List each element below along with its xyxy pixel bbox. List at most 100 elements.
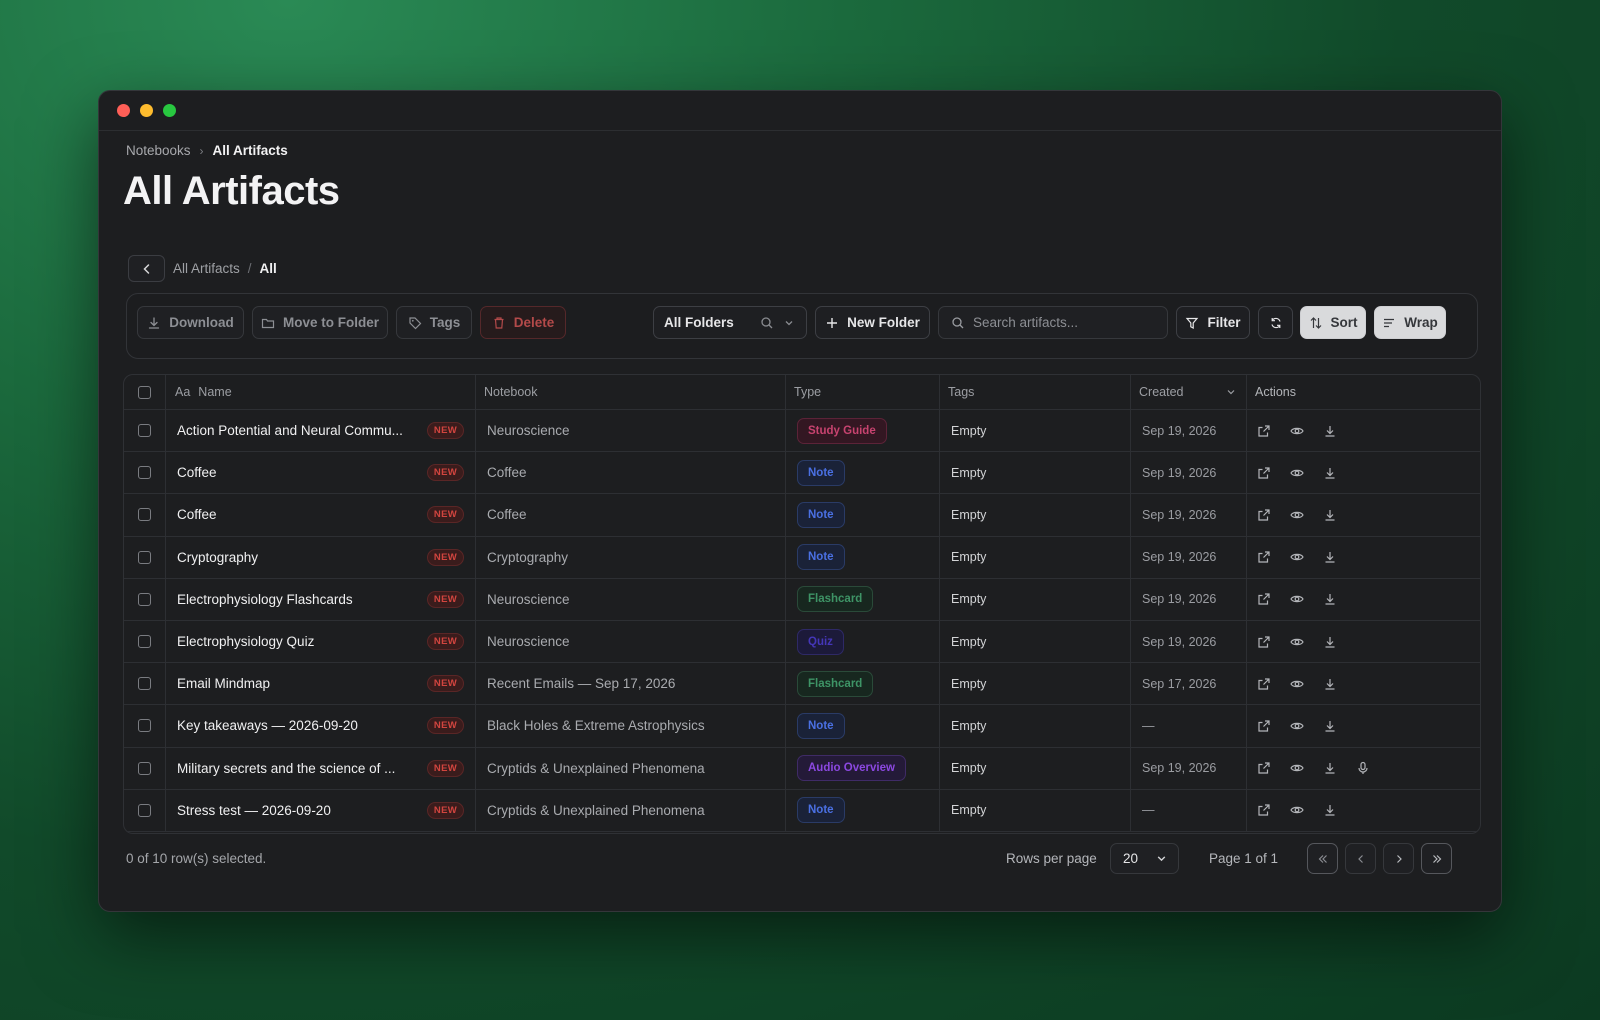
next-page-button[interactable] (1383, 843, 1414, 874)
tags-cell[interactable]: Empty (940, 620, 1131, 663)
name-cell[interactable]: Electrophysiology Flashcards NEW (166, 578, 476, 620)
name-cell[interactable]: Action Potential and Neural Commu... NEW (166, 410, 476, 452)
download-icon[interactable] (1322, 423, 1338, 439)
table-row[interactable]: Action Potential and Neural Commu... NEW… (124, 410, 1480, 453)
rows-per-page-select[interactable]: 20 (1110, 843, 1179, 874)
open-external-icon[interactable] (1256, 507, 1272, 523)
name-cell[interactable]: Email Mindmap NEW (166, 663, 476, 705)
column-tags[interactable]: Tags (940, 375, 1131, 409)
download-icon[interactable] (1322, 760, 1338, 776)
table-row[interactable]: Coffee NEW Coffee Note Empty Sep 19, 202… (124, 494, 1480, 537)
download-icon[interactable] (1322, 634, 1338, 650)
artifact-name[interactable]: Coffee (177, 465, 217, 480)
table-row[interactable]: Coffee NEW Coffee Note Empty Sep 19, 202… (124, 452, 1480, 495)
maximize-window-button[interactable] (163, 104, 176, 117)
breadcrumb-notebooks[interactable]: Notebooks (126, 143, 191, 158)
artifact-name[interactable]: Electrophysiology Quiz (177, 634, 314, 649)
open-external-icon[interactable] (1256, 591, 1272, 607)
path-all-artifacts[interactable]: All Artifacts (173, 261, 240, 276)
preview-eye-icon[interactable] (1289, 802, 1305, 818)
row-checkbox[interactable] (138, 635, 151, 649)
open-external-icon[interactable] (1256, 760, 1272, 776)
name-cell[interactable]: Cryptography NEW (166, 536, 476, 578)
open-external-icon[interactable] (1256, 465, 1272, 481)
open-external-icon[interactable] (1256, 634, 1272, 650)
previous-page-button[interactable] (1345, 843, 1376, 874)
preview-eye-icon[interactable] (1289, 549, 1305, 565)
name-cell[interactable]: Coffee NEW (166, 452, 476, 494)
download-icon[interactable] (1322, 676, 1338, 692)
column-name[interactable]: Aa Name (166, 375, 476, 409)
table-row[interactable]: Electrophysiology Flashcards NEW Neurosc… (124, 578, 1480, 621)
column-created[interactable]: Created (1131, 375, 1247, 409)
open-external-icon[interactable] (1256, 549, 1272, 565)
column-notebook[interactable]: Notebook (476, 375, 786, 409)
open-external-icon[interactable] (1256, 423, 1272, 439)
name-cell[interactable]: Key takeaways — 2026-09-20 NEW (166, 705, 476, 747)
folder-select[interactable]: All Folders (653, 306, 807, 339)
download-button[interactable]: Download (137, 306, 244, 339)
last-page-button[interactable] (1421, 843, 1452, 874)
column-type[interactable]: Type (786, 375, 940, 409)
table-row[interactable]: Email Mindmap NEW Recent Emails — Sep 17… (124, 663, 1480, 706)
tags-button[interactable]: Tags (396, 306, 472, 339)
artifact-name[interactable]: Email Mindmap (177, 676, 270, 691)
preview-eye-icon[interactable] (1289, 760, 1305, 776)
preview-eye-icon[interactable] (1289, 634, 1305, 650)
row-checkbox[interactable] (138, 677, 151, 691)
name-cell[interactable]: Electrophysiology Quiz NEW (166, 620, 476, 663)
select-all-checkbox[interactable] (138, 385, 151, 399)
name-cell[interactable]: Stress test — 2026-09-20 NEW (166, 789, 476, 831)
row-checkbox[interactable] (138, 466, 151, 480)
artifact-name[interactable]: Cryptography (177, 550, 258, 565)
tags-cell[interactable]: Empty (940, 663, 1131, 705)
move-to-folder-button[interactable]: Move to Folder (252, 306, 388, 339)
minimize-window-button[interactable] (140, 104, 153, 117)
row-checkbox[interactable] (138, 719, 151, 733)
artifact-name[interactable]: Coffee (177, 507, 217, 522)
delete-button[interactable]: Delete (480, 306, 566, 339)
sort-button[interactable]: Sort (1300, 306, 1366, 339)
download-icon[interactable] (1322, 591, 1338, 607)
first-page-button[interactable] (1307, 843, 1338, 874)
tags-cell[interactable]: Empty (940, 494, 1131, 536)
artifact-name[interactable]: Military secrets and the science of ... (177, 761, 395, 776)
open-external-icon[interactable] (1256, 802, 1272, 818)
preview-eye-icon[interactable] (1289, 676, 1305, 692)
artifact-name[interactable]: Key takeaways — 2026-09-20 (177, 718, 358, 733)
download-icon[interactable] (1322, 549, 1338, 565)
tags-cell[interactable]: Empty (940, 747, 1131, 789)
row-checkbox[interactable] (138, 803, 151, 817)
download-icon[interactable] (1322, 465, 1338, 481)
row-checkbox[interactable] (138, 424, 151, 438)
close-window-button[interactable] (117, 104, 130, 117)
table-row[interactable]: Electrophysiology Quiz NEW Neuroscience … (124, 620, 1480, 664)
row-checkbox[interactable] (138, 592, 151, 606)
new-folder-button[interactable]: New Folder (815, 306, 930, 339)
back-button[interactable] (128, 255, 165, 282)
preview-eye-icon[interactable] (1289, 591, 1305, 607)
filter-button[interactable]: Filter (1176, 306, 1250, 339)
table-row[interactable]: Stress test — 2026-09-20 NEW Cryptids & … (124, 789, 1480, 832)
artifact-name[interactable]: Stress test — 2026-09-20 (177, 803, 331, 818)
preview-eye-icon[interactable] (1289, 465, 1305, 481)
row-checkbox[interactable] (138, 761, 151, 775)
refresh-button[interactable] (1258, 306, 1293, 339)
name-cell[interactable]: Military secrets and the science of ... … (166, 747, 476, 789)
microphone-icon[interactable] (1355, 760, 1371, 776)
preview-eye-icon[interactable] (1289, 423, 1305, 439)
artifact-name[interactable]: Action Potential and Neural Commu... (177, 423, 403, 438)
tags-cell[interactable]: Empty (940, 536, 1131, 578)
wrap-button[interactable]: Wrap (1374, 306, 1446, 339)
table-row[interactable]: Key takeaways — 2026-09-20 NEW Black Hol… (124, 705, 1480, 748)
download-icon[interactable] (1322, 802, 1338, 818)
artifact-name[interactable]: Electrophysiology Flashcards (177, 592, 353, 607)
tags-cell[interactable]: Empty (940, 410, 1131, 452)
preview-eye-icon[interactable] (1289, 718, 1305, 734)
table-row[interactable]: Cryptography NEW Cryptography Note Empty… (124, 536, 1480, 579)
tags-cell[interactable]: Empty (940, 578, 1131, 620)
name-cell[interactable]: Coffee NEW (166, 494, 476, 536)
download-icon[interactable] (1322, 507, 1338, 523)
tags-cell[interactable]: Empty (940, 789, 1131, 831)
download-icon[interactable] (1322, 718, 1338, 734)
